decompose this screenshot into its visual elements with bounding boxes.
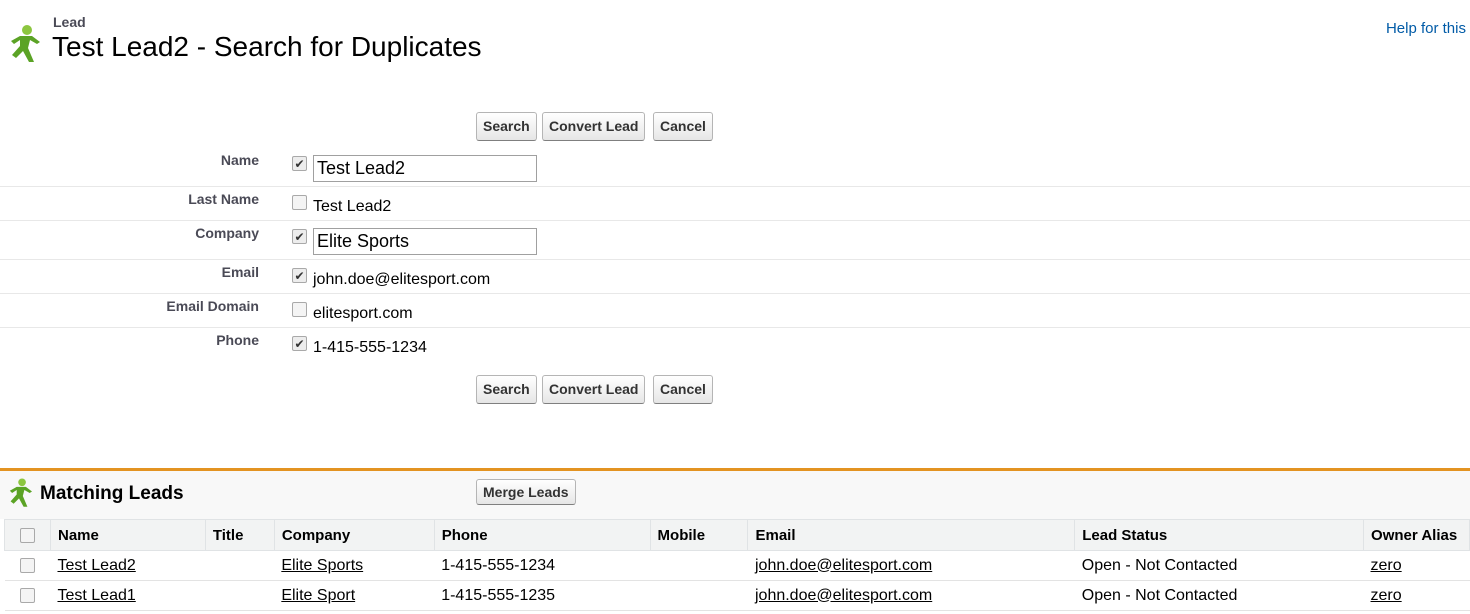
lead-person-icon (9, 478, 32, 507)
company-input[interactable] (313, 228, 537, 255)
matching-leads-header (0, 471, 1470, 519)
row-checkbox[interactable] (19, 558, 35, 573)
column-header-mobile[interactable]: Mobile (649, 519, 749, 551)
lead-name-link[interactable]: Test Lead1 (57, 587, 135, 604)
email-checkbox[interactable]: ✔ (292, 268, 307, 283)
field-label-phone: Phone (216, 332, 259, 348)
checkmark-icon: ✔ (294, 336, 305, 351)
table-row: Test Lead1 Elite Sport 1-415-555-1235 jo… (4, 580, 1470, 611)
column-header-title[interactable]: Title (204, 519, 275, 551)
convert-lead-button[interactable]: Convert Lead (542, 112, 646, 141)
select-all-checkbox[interactable] (20, 527, 35, 543)
row-checkbox[interactable] (19, 588, 35, 603)
field-label-last-name: Last Name (188, 191, 259, 207)
select-all-header (4, 519, 51, 551)
phone-value: 1-415-555-1234 (313, 339, 427, 356)
column-header-lead-status[interactable]: Lead Status (1074, 519, 1365, 551)
help-link[interactable]: Help for this (1386, 20, 1466, 37)
table-row: Test Lead2 Elite Sports 1-415-555-1234 j… (4, 550, 1470, 581)
email-link[interactable]: john.doe@elitesport.com (755, 557, 932, 574)
row-divider (0, 259, 1470, 260)
company-link[interactable]: Elite Sport (281, 587, 355, 604)
row-divider (0, 186, 1470, 187)
table-header-row: Name Title Company Phone Mobile Email Le… (4, 519, 1470, 551)
phone-checkbox[interactable]: ✔ (292, 336, 307, 351)
field-label-company: Company (195, 225, 259, 241)
row-divider (0, 327, 1470, 328)
cancel-button[interactable]: Cancel (653, 112, 713, 141)
column-header-company[interactable]: Company (273, 519, 435, 551)
last-name-value: Test Lead2 (313, 198, 392, 215)
row-divider (0, 220, 1470, 221)
field-label-name: Name (220, 152, 259, 168)
object-type-label: Lead (53, 14, 86, 30)
phone-cell: 1-415-555-1234 (434, 550, 651, 581)
mobile-cell (650, 580, 748, 611)
lead-status-cell: Open - Not Contacted (1074, 580, 1364, 611)
checkmark-icon: ✔ (294, 268, 305, 283)
phone-cell: 1-415-555-1235 (434, 580, 651, 611)
mobile-cell (650, 550, 748, 581)
lead-title-cell (205, 580, 275, 611)
name-input[interactable] (313, 155, 537, 182)
column-header-owner-alias[interactable]: Owner Alias (1363, 519, 1470, 551)
column-header-name[interactable]: Name (49, 519, 206, 551)
search-button-bottom[interactable]: Search (476, 375, 537, 404)
row-divider (0, 293, 1470, 294)
last-name-checkbox[interactable] (292, 195, 307, 210)
matching-leads-title: Matching Leads (40, 483, 184, 504)
checkmark-icon: ✔ (294, 229, 305, 244)
lead-person-icon (11, 25, 40, 62)
checkmark-icon: ✔ (294, 156, 305, 171)
email-domain-value: elitesport.com (313, 305, 413, 322)
column-header-phone[interactable]: Phone (433, 519, 651, 551)
company-checkbox[interactable]: ✔ (292, 229, 307, 244)
lead-name-link[interactable]: Test Lead2 (57, 557, 135, 574)
convert-lead-button-bottom[interactable]: Convert Lead (542, 375, 646, 404)
email-link[interactable]: john.doe@elitesport.com (755, 587, 932, 604)
field-label-email: Email (221, 264, 259, 280)
field-label-email-domain: Email Domain (166, 298, 259, 314)
owner-alias-link[interactable]: zero (1371, 557, 1402, 574)
lead-status-cell: Open - Not Contacted (1074, 550, 1364, 581)
email-domain-checkbox[interactable] (292, 302, 307, 317)
column-header-email[interactable]: Email (747, 519, 1076, 551)
merge-leads-button[interactable]: Merge Leads (476, 479, 576, 505)
page-title: Test Lead2 - Search for Duplicates (52, 31, 482, 62)
email-value: john.doe@elitesport.com (313, 271, 491, 288)
lead-title-cell (205, 550, 275, 581)
owner-alias-link[interactable]: zero (1371, 587, 1402, 604)
matching-leads-table: Name Title Company Phone Mobile Email Le… (4, 519, 1470, 611)
name-checkbox[interactable]: ✔ (292, 156, 307, 171)
company-link[interactable]: Elite Sports (281, 557, 363, 574)
search-button[interactable]: Search (476, 112, 537, 141)
cancel-button-bottom[interactable]: Cancel (653, 375, 713, 404)
